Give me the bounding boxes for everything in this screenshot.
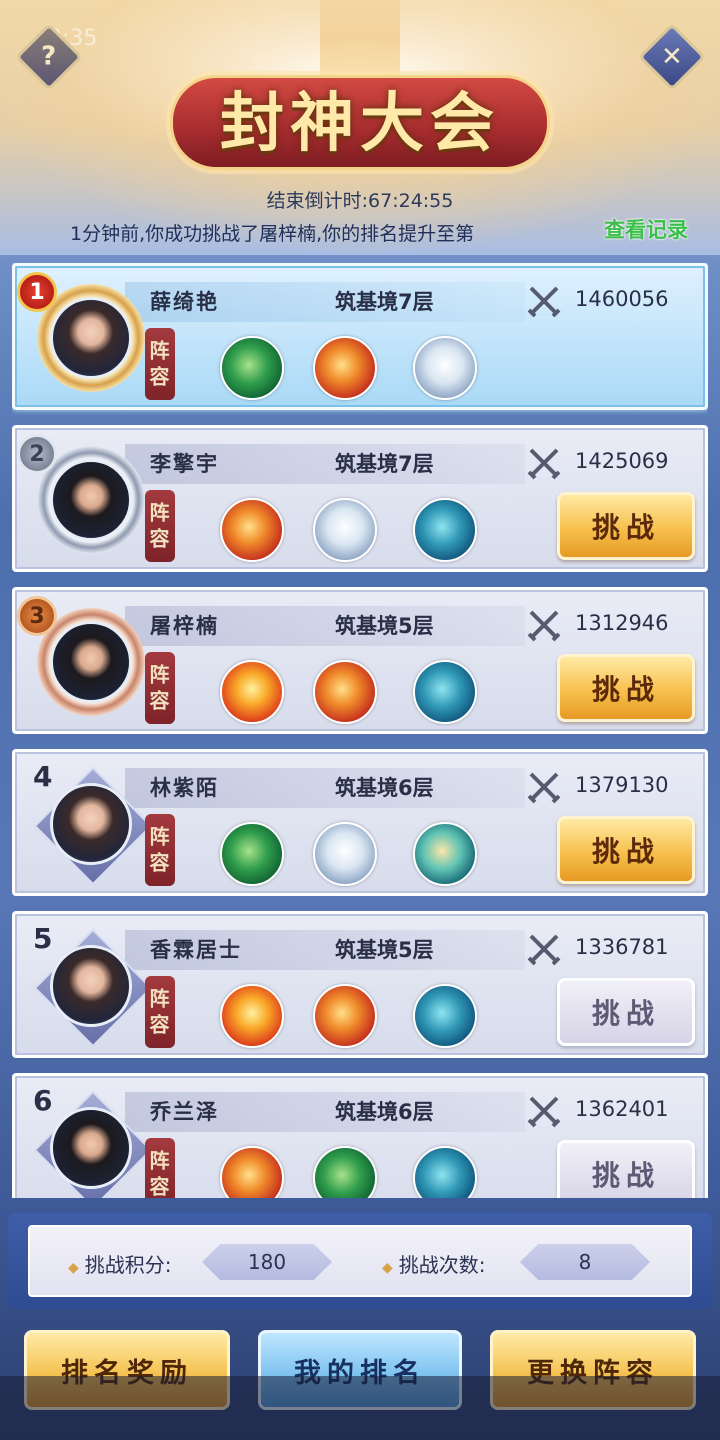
combat-power: 1379130 bbox=[575, 773, 669, 797]
whale-icon[interactable] bbox=[413, 498, 477, 562]
crossed-swords-icon bbox=[527, 934, 561, 966]
avatar[interactable] bbox=[50, 621, 132, 703]
close-x-icon: ✕ bbox=[661, 41, 683, 72]
combat-power: 1362401 bbox=[575, 1097, 669, 1121]
phoenix-icon[interactable] bbox=[220, 984, 284, 1048]
stats-bar: ◆ 挑战积分: 180 ◆ 挑战次数: 8 bbox=[8, 1213, 712, 1309]
red-dragon-icon[interactable] bbox=[220, 498, 284, 562]
rank-badge: 1 bbox=[17, 272, 57, 312]
phoenix-icon[interactable] bbox=[220, 660, 284, 724]
crossed-swords-icon bbox=[527, 610, 561, 642]
whale-icon[interactable] bbox=[413, 984, 477, 1048]
combat-power: 1460056 bbox=[575, 287, 669, 311]
view-record-link[interactable]: 查看记录 bbox=[604, 214, 688, 244]
ranking-card[interactable]: 2 李擎宇 筑基境7层 1425069 阵容 挑战 bbox=[12, 425, 708, 572]
player-name: 李擎宇 bbox=[150, 452, 219, 476]
combat-power: 1425069 bbox=[575, 449, 669, 473]
player-name: 屠梓楠 bbox=[150, 614, 219, 638]
ranking-card[interactable]: 3 屠梓楠 筑基境5层 1312946 阵容 挑战 bbox=[12, 587, 708, 734]
lineup-tag: 阵容 bbox=[145, 976, 175, 1048]
avatar[interactable] bbox=[50, 783, 132, 865]
lineup-tag: 阵容 bbox=[145, 328, 175, 400]
lineup-tag: 阵容 bbox=[145, 814, 175, 886]
player-realm: 筑基境6层 bbox=[335, 1100, 434, 1124]
avatar[interactable] bbox=[50, 297, 132, 379]
challenge-button[interactable]: 挑战 bbox=[557, 816, 695, 884]
challenge-button[interactable]: 挑战 bbox=[557, 654, 695, 722]
crossed-swords-icon bbox=[527, 286, 561, 318]
red-dragon-icon[interactable] bbox=[313, 984, 377, 1048]
green-dragon-icon[interactable] bbox=[313, 1146, 377, 1198]
white-tiger-icon[interactable] bbox=[313, 822, 377, 886]
ranking-card[interactable]: 4 林紫陌 筑基境6层 1379130 阵容 挑战 bbox=[12, 749, 708, 896]
diamond-bullet-icon: ◆ bbox=[382, 1260, 393, 1276]
rank-badge: 3 bbox=[17, 596, 57, 636]
player-realm: 筑基境5层 bbox=[335, 614, 434, 638]
lineup-tag: 阵容 bbox=[145, 652, 175, 724]
challenge-notice: 1分钟前,你成功挑战了屠梓楠,你的排名提升至第 bbox=[70, 223, 475, 245]
ranking-card[interactable]: 5 香霖居士 筑基境5层 1336781 阵容 挑战 bbox=[12, 911, 708, 1058]
white-tiger-icon[interactable] bbox=[313, 498, 377, 562]
red-dragon-icon[interactable] bbox=[220, 1146, 284, 1198]
bottom-overlay bbox=[0, 1376, 720, 1440]
player-realm: 筑基境5层 bbox=[335, 938, 434, 962]
white-tiger-icon[interactable] bbox=[413, 336, 477, 400]
player-name: 薛绮艳 bbox=[150, 290, 219, 314]
whale-icon[interactable] bbox=[413, 1146, 477, 1198]
ranking-list[interactable]: 1 薛绮艳 筑基境7层 1460056 阵容 2 李擎宇 筑基境7层 14250… bbox=[12, 263, 708, 1198]
avatar[interactable] bbox=[50, 1107, 132, 1189]
challenge-button[interactable]: 挑战 bbox=[557, 492, 695, 560]
countdown-timer: 结束倒计时:67:24:55 bbox=[266, 190, 454, 212]
player-realm: 筑基境7层 bbox=[335, 290, 434, 314]
crossed-swords-icon bbox=[527, 448, 561, 480]
ranking-card[interactable]: 1 薛绮艳 筑基境7层 1460056 阵容 bbox=[12, 263, 708, 410]
player-name: 香霖居士 bbox=[150, 938, 242, 962]
player-realm: 筑基境6层 bbox=[335, 776, 434, 800]
red-dragon-icon[interactable] bbox=[313, 660, 377, 724]
attempts-label: ◆ 挑战次数: bbox=[382, 1253, 486, 1277]
green-dragon-icon[interactable] bbox=[220, 336, 284, 400]
player-realm: 筑基境7层 bbox=[335, 452, 434, 476]
avatar-frame bbox=[37, 1094, 145, 1198]
challenge-button[interactable]: 挑战 bbox=[557, 1140, 695, 1198]
combat-power: 1312946 bbox=[575, 611, 669, 635]
rank-badge: 2 bbox=[17, 434, 57, 474]
player-name: 林紫陌 bbox=[150, 776, 219, 800]
red-dragon-icon[interactable] bbox=[313, 336, 377, 400]
challenge-button[interactable]: 挑战 bbox=[557, 978, 695, 1046]
green-dragon-icon[interactable] bbox=[220, 822, 284, 886]
lineup-tag: 阵容 bbox=[145, 490, 175, 562]
diamond-menu-icon: ? bbox=[41, 42, 57, 72]
rank-number: 6 bbox=[33, 1084, 53, 1117]
score-label: ◆ 挑战积分: bbox=[68, 1253, 172, 1277]
diamond-bullet-icon: ◆ bbox=[68, 1260, 79, 1276]
avatar[interactable] bbox=[50, 945, 132, 1027]
lineup-tag: 阵容 bbox=[145, 1138, 175, 1198]
page-title: 封神大会 bbox=[220, 86, 500, 161]
avatar-frame bbox=[37, 770, 145, 878]
rank-number: 4 bbox=[33, 760, 53, 793]
avatar-frame bbox=[37, 932, 145, 1040]
whale-icon[interactable] bbox=[413, 660, 477, 724]
crossed-swords-icon bbox=[527, 772, 561, 804]
crossed-swords-icon bbox=[527, 1096, 561, 1128]
combat-power: 1336781 bbox=[575, 935, 669, 959]
ranking-card[interactable]: 6 乔兰泽 筑基境6层 1362401 阵容 挑战 bbox=[12, 1073, 708, 1198]
avatar[interactable] bbox=[50, 459, 132, 541]
score-value: 180 bbox=[202, 1244, 332, 1280]
stats-panel: ◆ 挑战积分: 180 ◆ 挑战次数: 8 bbox=[28, 1225, 692, 1297]
rank-number: 5 bbox=[33, 922, 53, 955]
teal-dragon-icon[interactable] bbox=[413, 822, 477, 886]
player-name: 乔兰泽 bbox=[150, 1100, 219, 1124]
attempts-value: 8 bbox=[520, 1244, 650, 1280]
